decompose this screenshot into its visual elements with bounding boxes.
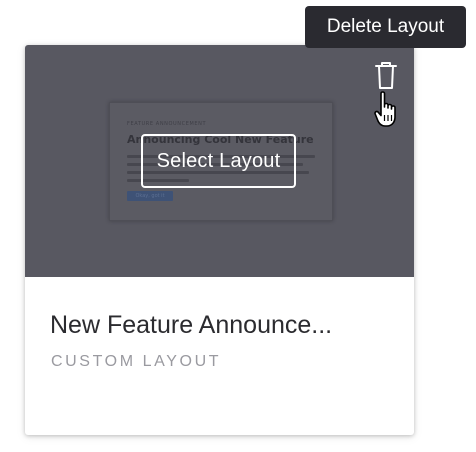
thumbnail-button: Okay, got it [127, 191, 173, 201]
layout-card[interactable]: FEATURE ANNOUNCEMENT Announcing Cool New… [25, 45, 414, 435]
card-subtitle: CUSTOM LAYOUT [51, 353, 222, 370]
layout-picker-stage: FEATURE ANNOUNCEMENT Announcing Cool New… [0, 0, 476, 452]
delete-layout-tooltip: Delete Layout [305, 6, 466, 48]
trash-icon[interactable] [373, 61, 399, 91]
card-body: New Feature Announce... CUSTOM LAYOUT [25, 277, 414, 435]
thumbnail-eyebrow: FEATURE ANNOUNCEMENT [127, 121, 207, 127]
select-layout-button[interactable]: Select Layout [141, 134, 296, 188]
card-title: New Feature Announce... [50, 311, 333, 339]
hand-pointer-icon [374, 90, 410, 130]
layout-preview[interactable]: FEATURE ANNOUNCEMENT Announcing Cool New… [25, 45, 414, 277]
